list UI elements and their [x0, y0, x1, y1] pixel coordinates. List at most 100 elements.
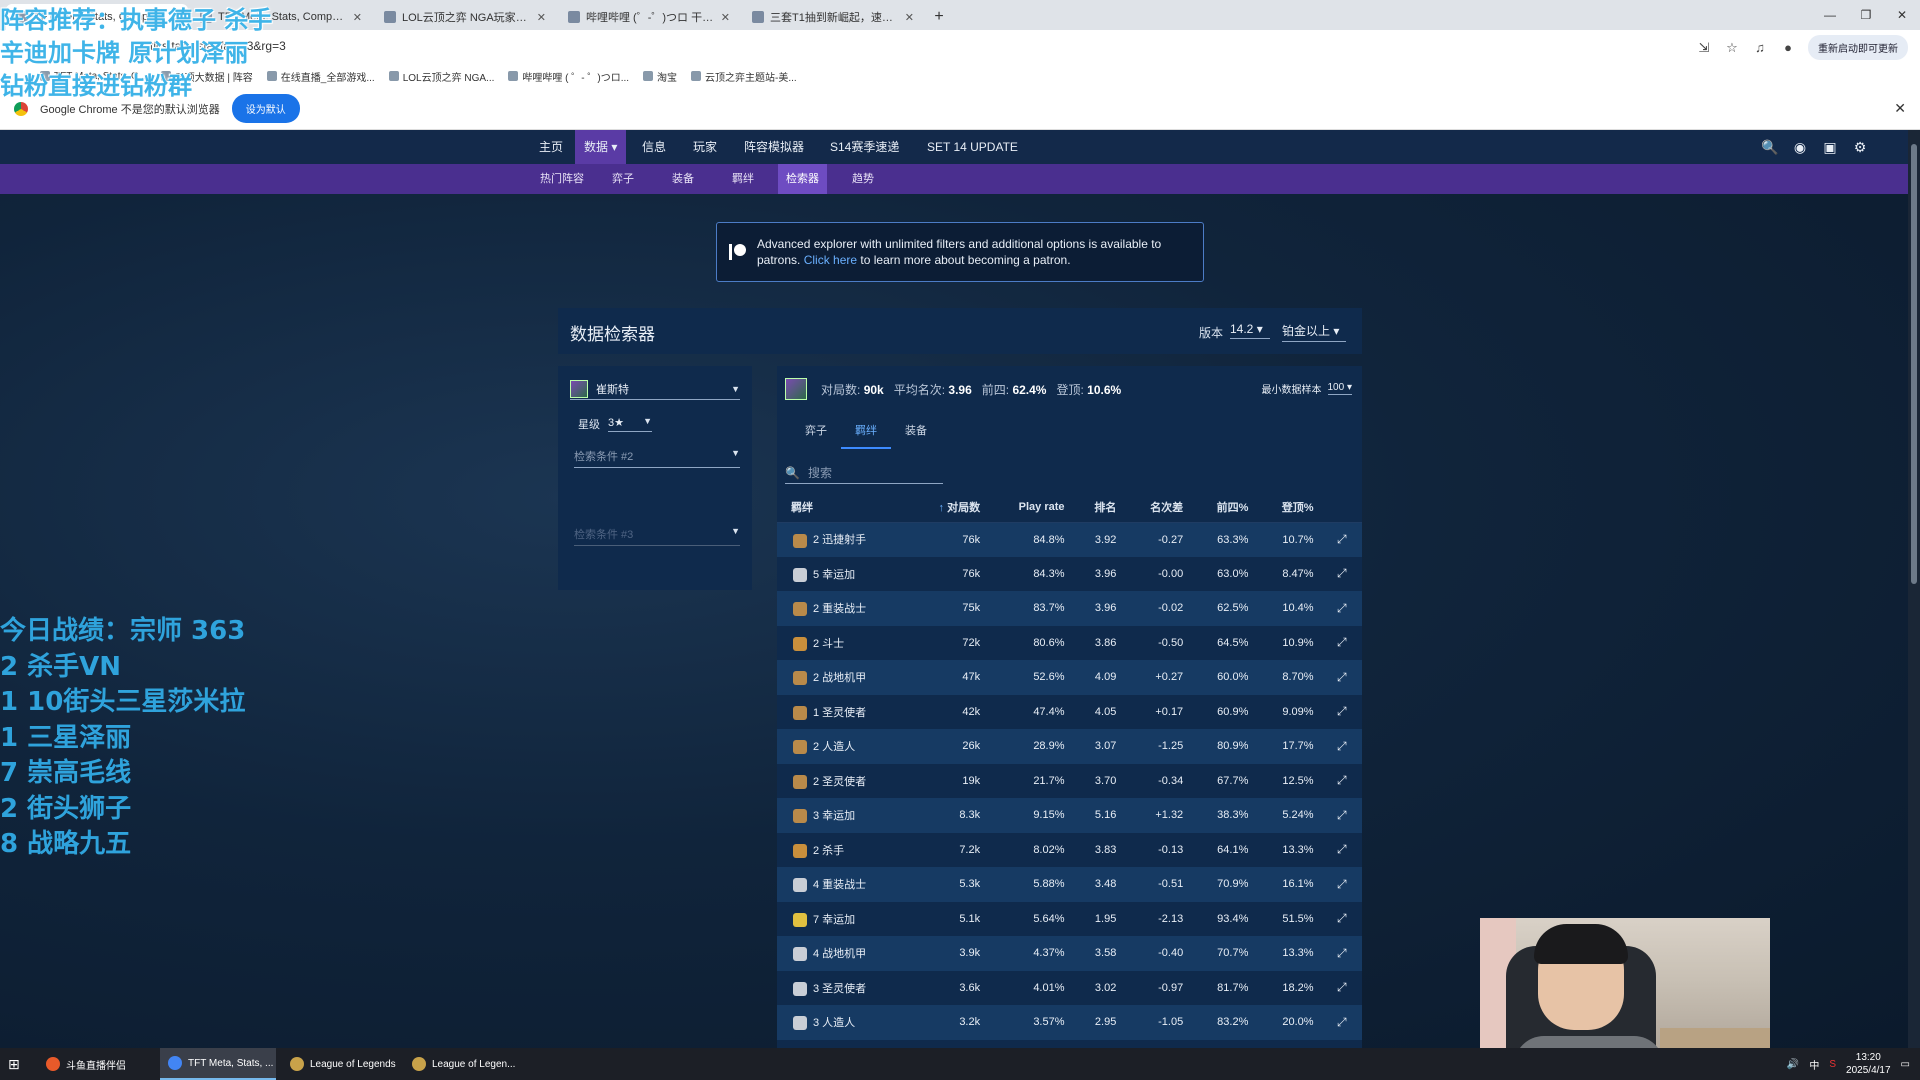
profile-icon[interactable]: ● [1780, 40, 1796, 56]
table-row[interactable]: 3 幸运加 8.3k 9.15% 5.16 +1.32 38.3% 5.24% ⤢ [777, 798, 1362, 833]
expand-icon[interactable]: ⤢ [1321, 832, 1362, 867]
table-row[interactable]: 2 迅捷射手 76k 84.8% 3.92 -0.27 63.3% 10.7% ⤢ [777, 522, 1362, 557]
update-button[interactable]: 重新启动即可更新 [1808, 35, 1908, 60]
taskbar-app[interactable]: League of Legends [282, 1048, 398, 1080]
cell-rank: 2.95 [1072, 1005, 1125, 1040]
taskbar-app[interactable]: TFT Meta, Stats, ... [160, 1048, 276, 1080]
column-header[interactable]: 登顶% [1256, 492, 1322, 523]
table-row[interactable]: 3 圣灵使者 3.6k 4.01% 3.02 -0.97 81.7% 18.2% ⤢ [777, 970, 1362, 1005]
expand-icon[interactable]: ⤢ [1321, 660, 1362, 695]
result-tab[interactable]: 羁绊 [841, 414, 891, 449]
condition-3-select[interactable]: 检索条件 #3 ▼ [574, 526, 740, 546]
expand-icon[interactable]: ⤢ [1321, 625, 1362, 660]
bookmark-item[interactable]: 在线直播_全部游戏... [266, 69, 375, 84]
version-select[interactable]: 14.2 ▾ [1230, 322, 1270, 339]
install-icon[interactable]: ⇲ [1696, 40, 1712, 56]
expand-icon[interactable]: ⤢ [1321, 763, 1362, 798]
table-row[interactable]: 4 重装战士 5.3k 5.88% 3.48 -0.51 70.9% 16.1% ⤢ [777, 867, 1362, 902]
search-input[interactable]: 🔍 搜索 [785, 462, 943, 484]
table-row[interactable]: 4 战地机甲 3.9k 4.37% 3.58 -0.40 70.7% 13.3% ⤢ [777, 936, 1362, 971]
infobar-close-icon[interactable]: ✕ [1894, 100, 1906, 117]
bookmark-item[interactable]: 云顶之弈主题站-美... [691, 69, 797, 84]
taskbar-app[interactable]: League of Legen... [404, 1048, 520, 1080]
media-icon[interactable]: ♫ [1752, 40, 1768, 56]
close-window-button[interactable]: ✕ [1884, 0, 1920, 30]
table-row[interactable]: 3 人造人 3.2k 3.57% 2.95 -1.05 83.2% 20.0% ⤢ [777, 1005, 1362, 1040]
tab-close-icon[interactable]: ✕ [721, 11, 730, 24]
settings-gear-icon[interactable]: ⚙ [1850, 137, 1870, 157]
bookmark-star-icon[interactable]: ☆ [1724, 40, 1740, 56]
expand-icon[interactable]: ⤢ [1321, 1005, 1362, 1040]
clock[interactable]: 13:20 2025/4/17 [1846, 1051, 1891, 1077]
column-header[interactable]: 名次差 [1124, 492, 1192, 523]
expand-icon[interactable]: ⤢ [1321, 591, 1362, 626]
column-header[interactable]: 前四% [1191, 492, 1257, 523]
antivirus-icon[interactable]: S [1829, 1059, 1836, 1070]
minimize-button[interactable]: — [1812, 0, 1848, 30]
volume-icon[interactable]: 🔊 [1787, 1059, 1799, 1070]
nav-item[interactable]: 玩家 [684, 130, 726, 164]
tab-close-icon[interactable]: ✕ [537, 11, 546, 24]
expand-icon[interactable]: ⤢ [1321, 936, 1362, 971]
nav-item[interactable]: 信息 [633, 130, 675, 164]
expand-icon[interactable]: ⤢ [1321, 901, 1362, 936]
table-row[interactable]: 1 圣灵使者 42k 47.4% 4.05 +0.17 60.9% 9.09% ⤢ [777, 694, 1362, 729]
min-sample-select[interactable]: 最小数据样本 100 ▾ [1262, 381, 1352, 396]
table-row[interactable]: 2 斗士 72k 80.6% 3.86 -0.50 64.5% 10.9% ⤢ [777, 625, 1362, 660]
browser-tab[interactable]: 三套T1抽到新崛起，速看最新 ✕ [742, 4, 924, 30]
windows-start-icon[interactable]: ⊞ [8, 1056, 20, 1073]
sub-nav-item[interactable]: 装备 [664, 164, 702, 194]
bookmark-item[interactable]: 哔哩哔哩 ( ゜- ゜)つロ... [508, 69, 629, 84]
new-tab-button[interactable]: + [926, 4, 952, 30]
star-select[interactable]: 3★ ▼ [608, 416, 652, 432]
column-header[interactable]: 排名 [1072, 492, 1125, 523]
nav-item[interactable]: 数据 ▾ [575, 130, 627, 164]
column-header[interactable]: ↑ 对局数 [909, 492, 989, 523]
nav-item[interactable]: SET 14 UPDATE [918, 130, 1027, 164]
expand-icon[interactable]: ⤢ [1321, 694, 1362, 729]
bookmark-item[interactable]: 淘宝 [643, 69, 677, 84]
patron-link[interactable]: Click here [804, 253, 857, 267]
table-row[interactable]: 5 幸运加 76k 84.3% 3.96 -0.00 63.0% 8.47% ⤢ [777, 556, 1362, 591]
page-scrollbar[interactable] [1908, 130, 1920, 1048]
table-row[interactable]: 2 战地机甲 47k 52.6% 4.09 +0.27 60.0% 8.70% ⤢ [777, 660, 1362, 695]
nav-item[interactable]: S14赛季速递 [821, 130, 908, 164]
sub-nav-item[interactable]: 羁绊 [724, 164, 762, 194]
tab-close-icon[interactable]: ✕ [353, 11, 362, 24]
expand-icon[interactable]: ⤢ [1321, 867, 1362, 902]
browser-tab[interactable]: LOL云顶之弈 NGA玩家社区 P1 ✕ [374, 4, 556, 30]
tab-close-icon[interactable]: ✕ [905, 11, 914, 24]
expand-icon[interactable]: ⤢ [1321, 970, 1362, 1005]
sub-nav-item[interactable]: 热门阵容 [532, 164, 592, 194]
table-row[interactable]: 7 幸运加 5.1k 5.64% 1.95 -2.13 93.4% 51.5% ⤢ [777, 901, 1362, 936]
rank-select[interactable]: 铂金以上 ▾ [1282, 322, 1346, 342]
expand-icon[interactable]: ⤢ [1321, 729, 1362, 764]
nav-item[interactable]: 阵容模拟器 [735, 130, 813, 164]
discord-icon[interactable]: ▣ [1820, 137, 1840, 157]
table-row[interactable]: 2 杀手 7.2k 8.02% 3.83 -0.13 64.1% 13.3% ⤢ [777, 832, 1362, 867]
sub-nav-item[interactable]: 趋势 [844, 164, 882, 194]
table-row[interactable]: 2 人造人 26k 28.9% 3.07 -1.25 80.9% 17.7% ⤢ [777, 729, 1362, 764]
notification-icon[interactable]: ▭ [1901, 1059, 1910, 1070]
table-row[interactable]: 2 圣灵使者 19k 21.7% 3.70 -0.34 67.7% 12.5% ⤢ [777, 763, 1362, 798]
restore-button[interactable]: ❐ [1848, 0, 1884, 30]
bookmark-item[interactable]: LOL云顶之弈 NGA... [388, 69, 494, 84]
column-header[interactable]: Play rate [988, 492, 1073, 523]
ime-indicator[interactable]: 中 [1809, 1057, 1819, 1072]
patreon-icon[interactable]: ◉ [1790, 137, 1810, 157]
search-icon[interactable]: 🔍 [1760, 137, 1780, 157]
taskbar-app[interactable]: 斗鱼直播伴侣 [38, 1048, 154, 1080]
nav-item[interactable]: 主页 [530, 130, 572, 164]
unit-select[interactable]: 崔斯特 ▼ [570, 378, 740, 400]
sub-nav-item[interactable]: 弈子 [604, 164, 642, 194]
expand-icon[interactable]: ⤢ [1321, 522, 1362, 557]
condition-2-select[interactable]: 检索条件 #2 ▼ [574, 448, 740, 468]
column-header[interactable]: 羁绊 [777, 492, 910, 523]
expand-icon[interactable]: ⤢ [1321, 798, 1362, 833]
expand-icon[interactable]: ⤢ [1321, 556, 1362, 591]
browser-tab[interactable]: 哔哩哔哩 (゜-゜)つロ 干杯~-bi ✕ [558, 4, 740, 30]
table-row[interactable]: 2 重装战士 75k 83.7% 3.96 -0.02 62.5% 10.4% ⤢ [777, 591, 1362, 626]
result-tab[interactable]: 弈子 [791, 414, 841, 449]
sub-nav-item[interactable]: 检索器 [778, 164, 827, 194]
result-tab[interactable]: 装备 [891, 414, 941, 449]
